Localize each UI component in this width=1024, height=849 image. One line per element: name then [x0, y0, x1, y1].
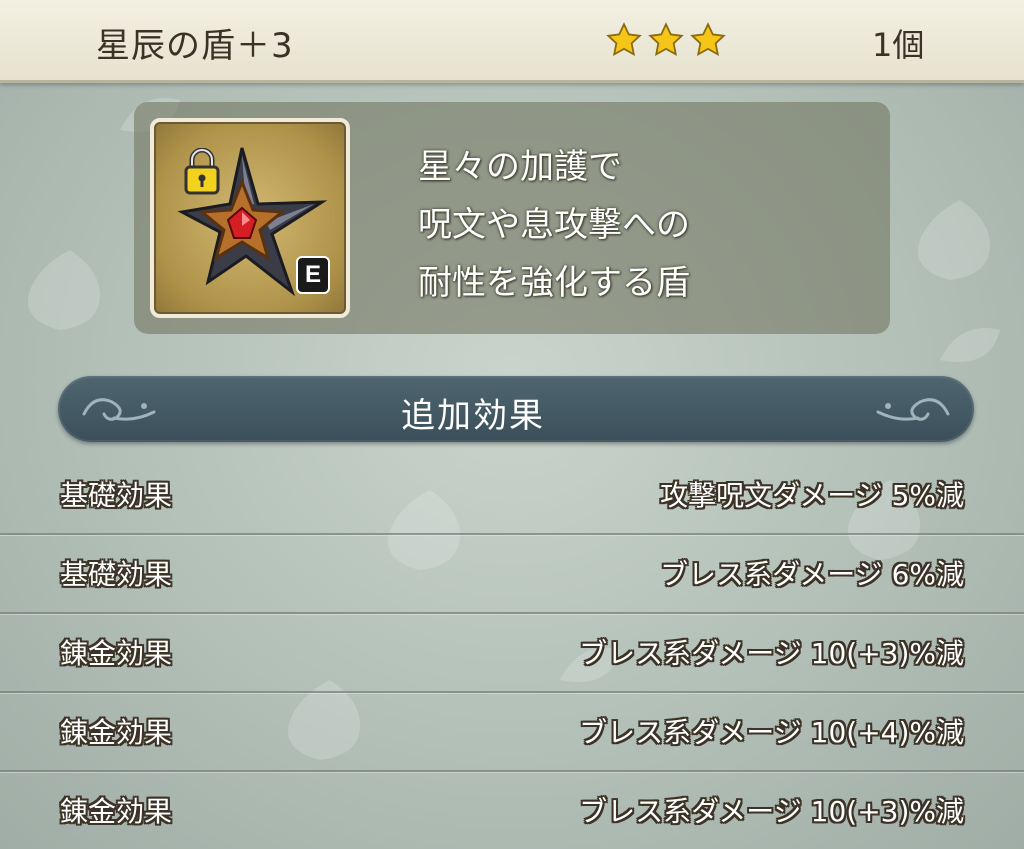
item-count: 1個: [872, 26, 925, 64]
effect-value: 攻撃呪文ダメージ 5%減: [660, 479, 964, 512]
effect-type-label: 錬金効果: [60, 716, 173, 749]
star-icon: [648, 22, 684, 56]
effect-type-label: 錬金効果: [60, 795, 173, 828]
effect-row: 錬金効果 ブレス系ダメージ 10(+3)%減: [0, 770, 1024, 849]
description-line: 星々の加護で: [418, 147, 622, 187]
effect-row: 基礎効果 ブレス系ダメージ 6%減: [0, 533, 1024, 614]
description-line: 呪文や息攻撃への: [418, 205, 690, 245]
effect-value: ブレス系ダメージ 10(+3)%減: [579, 637, 964, 670]
effect-type-label: 基礎効果: [60, 558, 173, 591]
effect-value: ブレス系ダメージ 6%減: [660, 558, 964, 591]
section-title: 追加効果: [401, 396, 545, 436]
effect-row: 錬金効果 ブレス系ダメージ 10(+3)%減: [0, 612, 1024, 693]
additional-effects-header: 追加効果: [58, 376, 974, 442]
rarity-stars: [606, 22, 726, 58]
star-icon: [690, 22, 726, 56]
effect-value: ブレス系ダメージ 10(+4)%減: [579, 716, 964, 749]
description-line: 耐性を強化する盾: [418, 263, 690, 303]
effect-row: 基礎効果 攻撃呪文ダメージ 5%減: [0, 454, 1024, 535]
effect-type-label: 錬金効果: [60, 637, 173, 670]
flourish-right-icon: [876, 398, 950, 421]
item-header: 星辰の盾＋3 1個: [0, 0, 1024, 83]
equipped-badge: E: [296, 256, 330, 294]
effect-value: ブレス系ダメージ 10(+3)%減: [579, 795, 964, 828]
item-name: 星辰の盾＋3: [96, 26, 294, 66]
lock-icon: [184, 148, 220, 195]
effect-row: 錬金効果 ブレス系ダメージ 10(+4)%減: [0, 691, 1024, 772]
effect-type-label: 基礎効果: [60, 479, 173, 512]
item-description: 星々の加護で 呪文や息攻撃への 耐性を強化する盾: [418, 138, 878, 312]
star-icon: [606, 22, 642, 56]
